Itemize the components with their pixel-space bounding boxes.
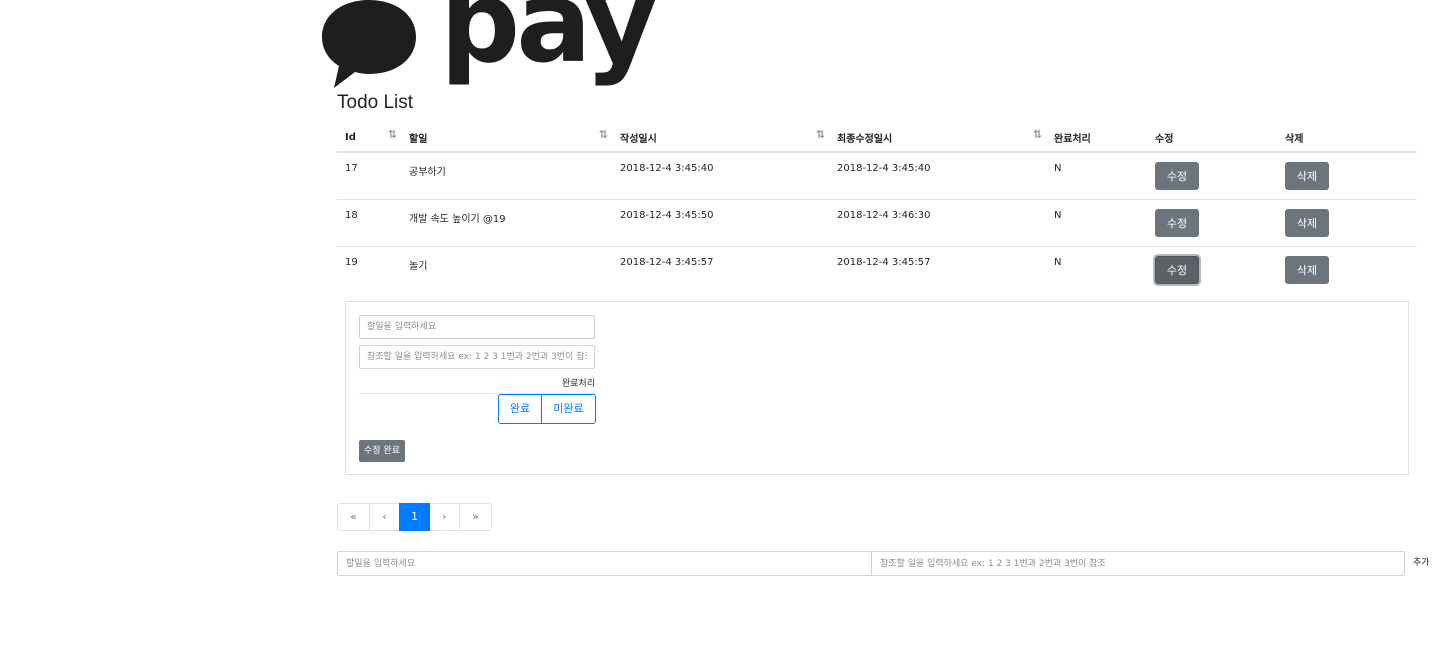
done-toggle-group: 완료 미완료 [498, 394, 596, 424]
logo-wordmark: pay [440, 0, 657, 88]
header-created[interactable]: 작성일시 ⇅ [612, 123, 829, 153]
cell-delete: 삭제 [1277, 152, 1417, 200]
header-id[interactable]: Id ⇅ [337, 123, 401, 153]
table-header-row: Id ⇅ 할일 ⇅ 작성일시 ⇅ 최종수정일시 ⇅ 완료처리 수정 삭제 [337, 123, 1417, 153]
cell-edit: 수정 [1147, 152, 1277, 200]
cell-delete: 삭제 [1277, 199, 1417, 247]
cell-modified: 2018-12-4 3:45:40 [829, 152, 1046, 200]
submit-edit-button[interactable]: 수정 완료 [359, 440, 405, 462]
cell-delete: 삭제 [1277, 247, 1417, 294]
first-page-button[interactable]: « [337, 503, 370, 531]
done-option-button[interactable]: 완료 [498, 394, 542, 424]
header-delete: 삭제 [1277, 123, 1417, 153]
add-todo-input[interactable] [337, 551, 872, 576]
add-button[interactable]: 추가 [1413, 551, 1430, 576]
sort-icon[interactable]: ⇅ [388, 128, 397, 141]
delete-button[interactable]: 삭제 [1285, 162, 1329, 190]
cell-modified: 2018-12-4 3:46:30 [829, 199, 1046, 247]
sort-icon[interactable]: ⇅ [599, 128, 608, 141]
edit-todo-input[interactable] [359, 315, 595, 339]
cell-id: 18 [337, 199, 401, 247]
delete-button[interactable]: 삭제 [1285, 256, 1329, 284]
table-row: 19 놀기 2018-12-4 3:45:57 2018-12-4 3:45:5… [337, 247, 1417, 294]
cell-modified: 2018-12-4 3:45:57 [837, 257, 931, 268]
next-page-button[interactable]: › [429, 503, 460, 531]
header-edit: 수정 [1147, 123, 1277, 153]
add-reference-input[interactable] [871, 551, 1405, 576]
table-row: 17 공부하기 2018-12-4 3:45:40 2018-12-4 3:45… [337, 152, 1417, 200]
cell-edit: 수정 [1147, 199, 1277, 247]
edit-button[interactable]: 수정 [1155, 256, 1199, 284]
page-number-button[interactable]: 1 [399, 503, 430, 531]
last-page-button[interactable]: » [459, 503, 492, 531]
delete-button[interactable]: 삭제 [1285, 209, 1329, 237]
cell-id: 19 [345, 257, 358, 268]
cell-done: N [1054, 257, 1062, 268]
cell-done: N [1046, 199, 1147, 247]
edit-reference-input[interactable] [359, 345, 595, 369]
edit-form: 완료처리 완료 미완료 수정 완료 [345, 301, 1409, 475]
cell-created: 2018-12-4 3:45:40 [612, 152, 829, 200]
kakao-pay-logo: pay [322, 0, 657, 95]
cell-done: N [1046, 152, 1147, 200]
add-todo-form: 추가 [337, 551, 1430, 576]
sort-icon[interactable]: ⇅ [816, 128, 825, 141]
cell-todo: 공부하기 [401, 152, 612, 200]
pagination: « ‹ 1 › » [337, 503, 492, 531]
cell-created: 2018-12-4 3:45:50 [612, 199, 829, 247]
header-done: 완료처리 [1046, 123, 1147, 153]
undone-option-button[interactable]: 미완료 [542, 394, 596, 424]
header-modified[interactable]: 최종수정일시 ⇅ [829, 123, 1046, 153]
cell-todo: 놀기 [409, 261, 428, 272]
cell-todo: 개발 속도 높이기 @19 [401, 199, 612, 247]
prev-page-button[interactable]: ‹ [369, 503, 400, 531]
page-title: Todo List [337, 92, 414, 113]
edit-button[interactable]: 수정 [1155, 162, 1199, 190]
cell-edit: 수정 [1147, 247, 1277, 294]
header-todo[interactable]: 할일 ⇅ [401, 123, 612, 153]
edit-button[interactable]: 수정 [1155, 209, 1199, 237]
cell-id: 17 [337, 152, 401, 200]
speech-bubble-icon [322, 0, 416, 88]
cell-created: 2018-12-4 3:45:57 [620, 257, 714, 268]
sort-icon[interactable]: ⇅ [1033, 128, 1042, 141]
table-row: 18 개발 속도 높이기 @19 2018-12-4 3:45:50 2018-… [337, 199, 1417, 247]
done-label: 완료처리 [561, 379, 595, 389]
todo-table: Id ⇅ 할일 ⇅ 작성일시 ⇅ 최종수정일시 ⇅ 완료처리 수정 삭제 17 공부하기… [337, 123, 1417, 293]
